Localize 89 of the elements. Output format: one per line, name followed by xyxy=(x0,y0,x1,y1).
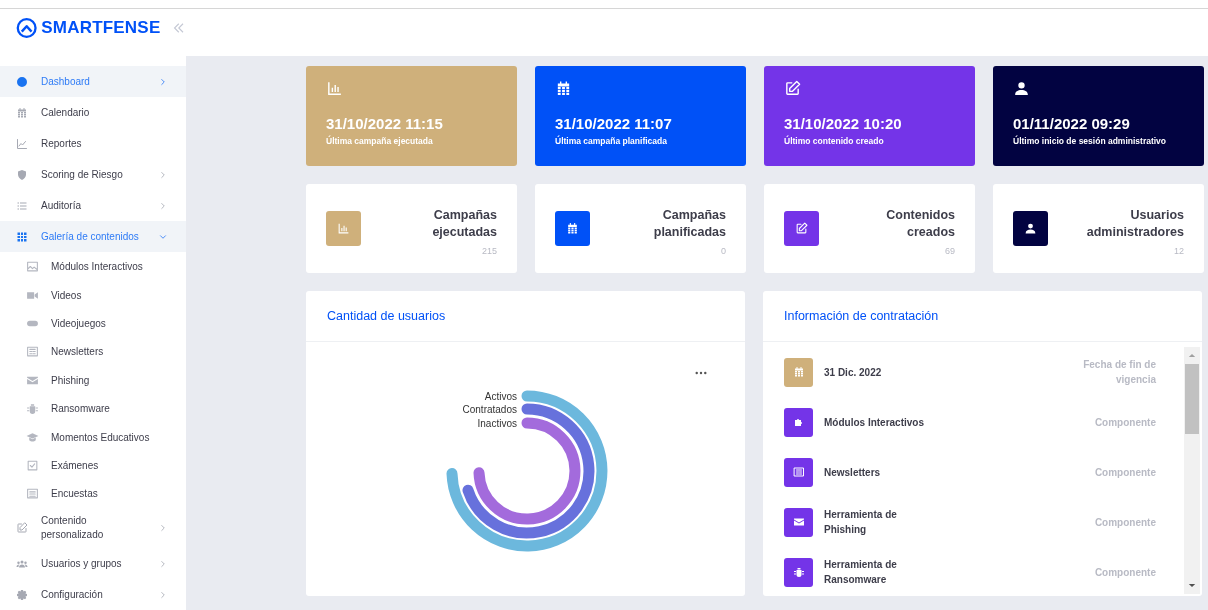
item-detail: Componente xyxy=(1094,515,1156,530)
item-name: Herramienta de Phishing xyxy=(824,508,898,537)
sidebar-subitem[interactable]: Módulos Interactivos xyxy=(0,252,186,281)
stat-count: 12 xyxy=(1174,246,1184,256)
sidebar-item[interactable]: Reportes xyxy=(0,128,186,160)
calendar-icon xyxy=(792,366,805,378)
card-label: Último contenido creado xyxy=(784,136,885,146)
graduation-cap-icon xyxy=(26,430,39,444)
item-name: 31 Dic. 2022 xyxy=(824,365,882,380)
series-label: Activos xyxy=(484,391,517,402)
list-icon xyxy=(26,487,39,501)
pencil-icon xyxy=(784,80,801,97)
chevron-right-icon xyxy=(158,589,168,600)
user-icon xyxy=(1024,222,1037,235)
chevron-down-icon xyxy=(158,232,168,242)
checkbox-icon xyxy=(26,458,39,472)
item-name: Herramienta de Ransomware xyxy=(824,558,898,587)
envelope-icon xyxy=(792,516,805,528)
scrollbar[interactable] xyxy=(1184,347,1200,594)
sidebar-subitem[interactable]: Videojuegos xyxy=(0,309,186,338)
sidebar-item[interactable]: Scoring de Riesgo xyxy=(0,159,186,191)
item-detail: Componente xyxy=(1094,565,1156,580)
brand-name: SMARTFENSE xyxy=(41,17,161,38)
card-value: 31/10/2022 11:07 xyxy=(555,115,673,132)
card-label: Última campaña planificada xyxy=(555,136,668,146)
item-name: Newsletters xyxy=(824,465,881,480)
item-name: Módulos Interactivos xyxy=(824,415,924,430)
settings-icon xyxy=(16,588,28,601)
logo-icon xyxy=(16,16,38,39)
panel-title: Cantidad de usuarios xyxy=(327,309,446,323)
stat-title: Campañas planificadas xyxy=(652,207,726,241)
item-detail: Componente xyxy=(1094,465,1156,480)
item-detail: Fecha de fin de vigencia xyxy=(1082,358,1156,387)
chevron-right-icon xyxy=(158,170,168,180)
sidebar-item[interactable]: Calendario xyxy=(0,97,186,129)
newspaper-icon xyxy=(26,345,39,359)
sidebar-item[interactable]: Configuración xyxy=(0,579,186,610)
bar-chart-icon xyxy=(326,80,343,97)
stat-title: Usuarios administradores xyxy=(1085,207,1184,241)
user-icon xyxy=(1013,80,1030,97)
chevron-right-icon xyxy=(158,558,168,569)
collapse-icon[interactable] xyxy=(172,20,186,35)
item-detail: Componente xyxy=(1094,415,1156,430)
card-label: Último inicio de sesión administrativo xyxy=(1013,136,1168,146)
stat-title: Contenidos creados xyxy=(885,207,955,241)
sidebar-subitem[interactable]: Ransomware xyxy=(0,394,186,423)
pencil-icon xyxy=(16,522,28,534)
sidebar-item[interactable]: Usuarios y grupos xyxy=(0,548,186,579)
bar-chart-icon xyxy=(337,222,350,235)
list-icon xyxy=(16,200,28,212)
stat-count: 0 xyxy=(721,246,726,256)
stat-count: 215 xyxy=(481,246,497,256)
bug-icon xyxy=(26,402,39,416)
image-icon xyxy=(26,260,39,274)
shield-icon xyxy=(16,169,28,181)
panel-title: Información de contratación xyxy=(784,309,939,323)
newspaper-icon xyxy=(792,466,805,478)
card-value: 01/11/2022 09:29 xyxy=(1013,115,1131,132)
card-value: 31/10/2022 10:20 xyxy=(784,115,903,132)
sidebar-subitem[interactable]: Momentos Educativos xyxy=(0,422,186,452)
chevron-right-icon xyxy=(158,77,168,87)
sidebar-subitem[interactable]: Newsletters xyxy=(0,337,186,367)
card-value: 31/10/2022 11:15 xyxy=(326,115,444,132)
more-icon[interactable] xyxy=(695,371,707,375)
chevron-right-icon xyxy=(158,523,168,533)
calendar-icon xyxy=(16,107,28,119)
scroll-up-icon[interactable] xyxy=(1188,353,1196,358)
stat-title: Campañas ejecutadas xyxy=(431,207,497,241)
sidebar-subitem[interactable]: Videos xyxy=(0,280,186,310)
sidebar-subitem[interactable]: Exámenes xyxy=(0,451,186,480)
sidebar-subitem[interactable]: Encuestas xyxy=(0,479,186,508)
puzzle-icon xyxy=(792,416,805,428)
sidebar-subitem[interactable]: Phishing xyxy=(0,366,186,395)
series-label: Inactivos xyxy=(477,418,517,429)
stat-count: 69 xyxy=(945,246,955,256)
sidebar-item[interactable]: Galería de contenidos xyxy=(0,221,186,253)
chevron-right-icon xyxy=(158,201,168,211)
calendar-icon xyxy=(555,80,572,97)
line-chart-icon xyxy=(16,138,28,150)
pencil-icon xyxy=(795,222,808,235)
card-label: Última campaña ejecutada xyxy=(326,136,434,146)
sidebar-item[interactable]: Auditoría xyxy=(0,190,186,222)
series-label: Contratados xyxy=(462,404,517,415)
bug-icon xyxy=(792,566,805,578)
calendar-icon xyxy=(566,222,579,235)
scroll-down-icon[interactable] xyxy=(1188,583,1196,588)
sidebar-item[interactable]: Contenido personalizado xyxy=(0,508,186,548)
grid-icon xyxy=(16,231,28,243)
sidebar-item[interactable]: Dashboard xyxy=(0,66,186,98)
